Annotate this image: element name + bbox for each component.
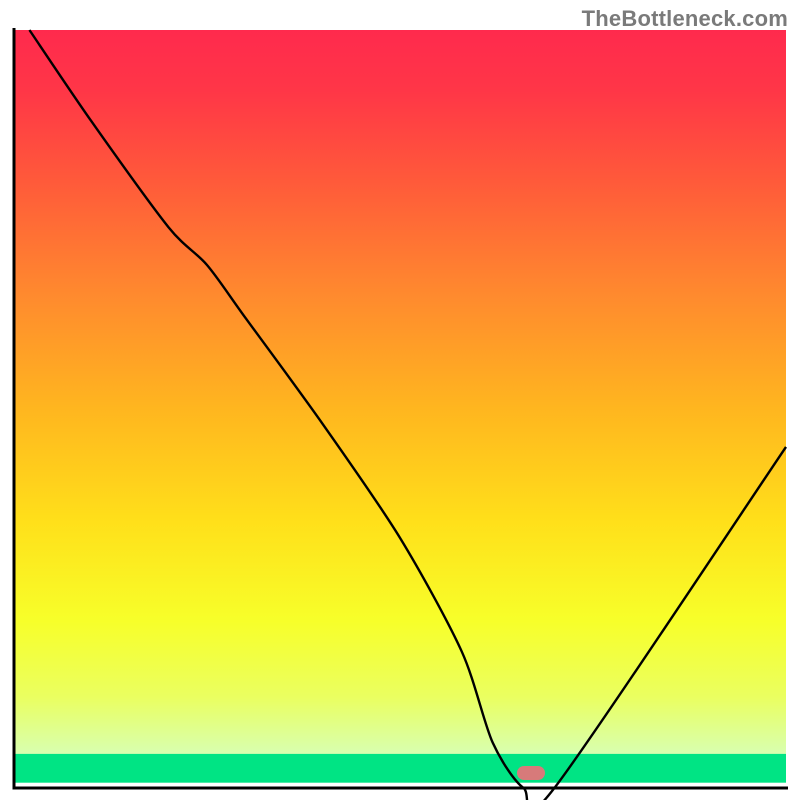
green-band [14, 754, 786, 783]
bottleneck-chart: TheBottleneck.com [0, 0, 800, 800]
optimal-point-marker [517, 766, 545, 780]
watermark-text: TheBottleneck.com [582, 6, 788, 32]
gradient-background [14, 30, 786, 788]
chart-svg [0, 0, 800, 800]
